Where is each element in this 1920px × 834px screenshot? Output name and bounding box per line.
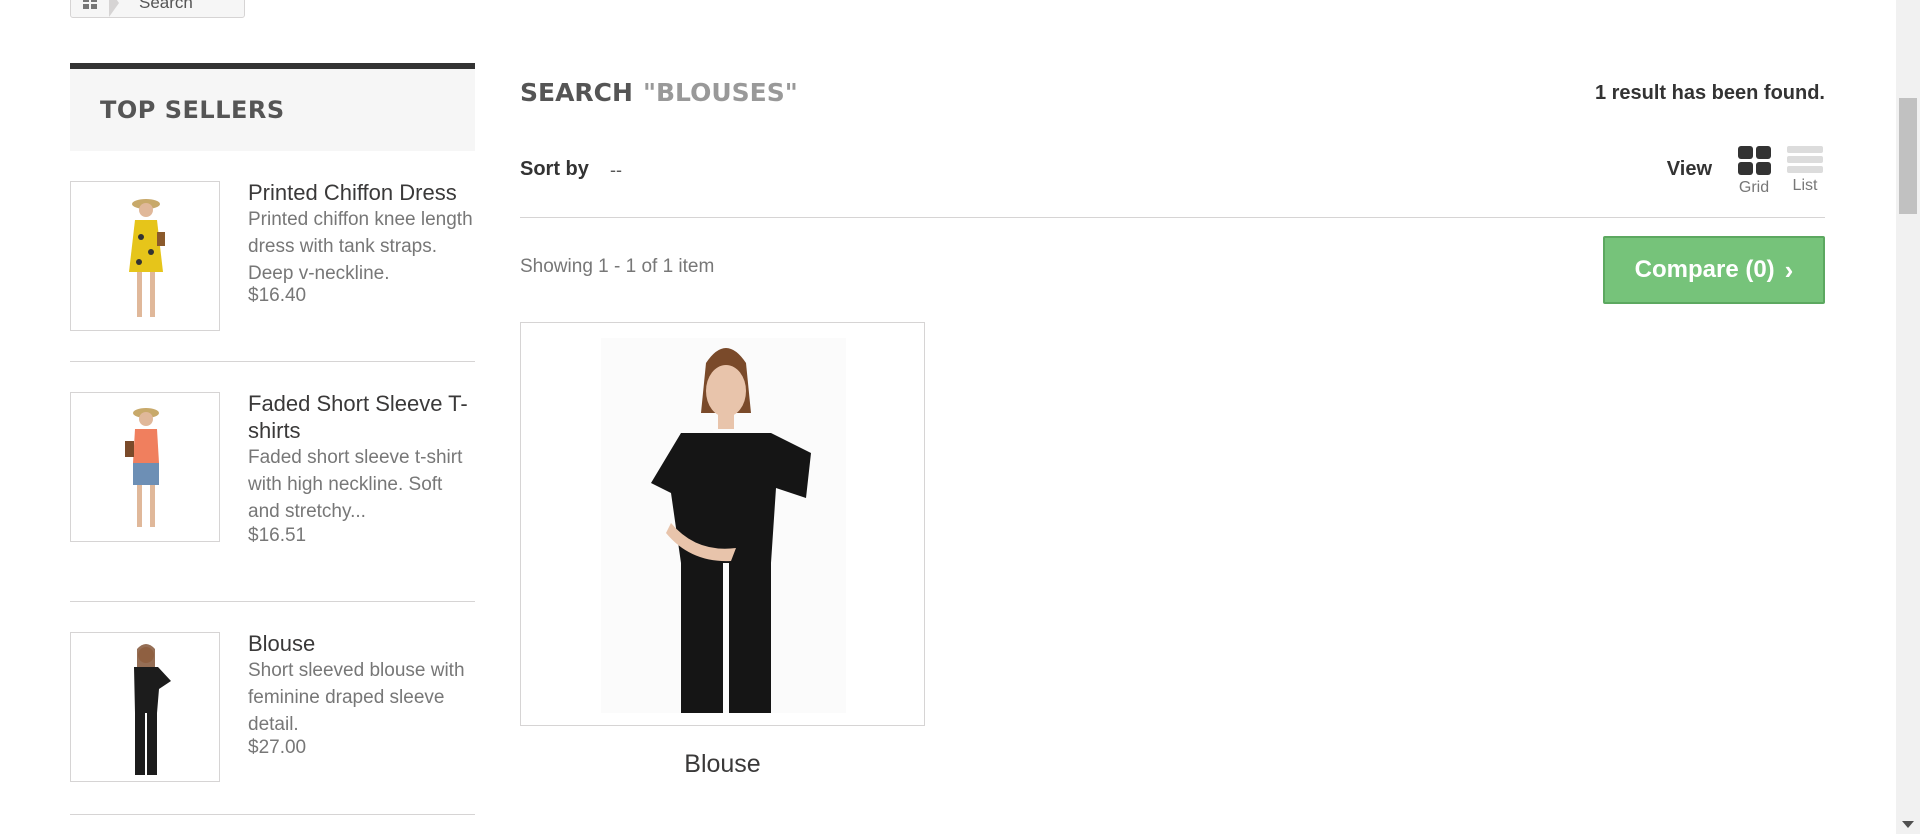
view-grid-label: Grid [1738, 179, 1770, 196]
top-seller-description: Faded short sleeve t-shirt with high nec… [248, 447, 463, 522]
top-seller-price: $16.51 [248, 525, 307, 546]
view-list-label: List [1792, 177, 1818, 194]
breadcrumb-current: Search [139, 0, 193, 12]
view-list-button[interactable]: List [1785, 146, 1825, 195]
result-count: 1 result has been found. [1594, 82, 1825, 104]
sort-label: Sort by [520, 158, 589, 180]
list-icon [1785, 146, 1825, 173]
product-thumbnail[interactable] [70, 392, 220, 542]
grid-icon [1734, 146, 1774, 175]
top-seller-name[interactable]: Printed Chiffon Dress [248, 179, 478, 206]
compare-button[interactable]: Compare (0) › [1603, 236, 1825, 304]
sort-select[interactable]: -- [610, 160, 622, 181]
scroll-down-arrow-icon[interactable] [1902, 821, 1914, 828]
compare-label: Compare (0) [1634, 256, 1775, 283]
top-seller-item: Blouse Short sleeved blouse with feminin… [70, 602, 475, 815]
top-sellers-block: TOP SELLERS Printed Chiffon Dress Printe… [70, 63, 475, 815]
product-name[interactable]: Blouse [520, 750, 925, 779]
product-image[interactable] [520, 322, 925, 726]
breadcrumb: Search [70, 0, 245, 18]
view-label: View [1666, 158, 1712, 180]
top-seller-description: Printed chiffon knee length dress with t… [248, 209, 473, 284]
page-title-label: SEARCH [520, 78, 633, 107]
top-seller-info: Printed Chiffon Dress Printed chiffon kn… [248, 179, 478, 287]
top-seller-name[interactable]: Blouse [248, 630, 478, 657]
top-seller-price: $27.00 [248, 737, 307, 758]
top-sellers-title[interactable]: TOP SELLERS [100, 96, 285, 124]
showing-count: Showing 1 - 1 of 1 item [520, 256, 715, 277]
page-title: SEARCH "BLOUSES" [520, 78, 798, 107]
search-query: "BLOUSES" [642, 78, 798, 107]
top-seller-item: Printed Chiffon Dress Printed chiffon kn… [70, 151, 475, 362]
vertical-scrollbar[interactable] [1896, 0, 1920, 834]
sort-bar: Sort by -- View Grid List [520, 140, 1825, 218]
top-seller-price: $16.40 [248, 285, 307, 306]
top-seller-description: Short sleeved blouse with feminine drape… [248, 660, 465, 735]
product-thumbnail[interactable] [70, 181, 220, 331]
breadcrumb-separator [109, 0, 119, 17]
view-grid-button[interactable]: Grid [1734, 146, 1774, 197]
top-seller-name[interactable]: Faded Short Sleeve T-shirts [248, 390, 478, 444]
top-seller-info: Blouse Short sleeved blouse with feminin… [248, 630, 478, 738]
search-results: SEARCH "BLOUSES" 1 result has been found.… [520, 0, 1825, 834]
top-sellers-title-bar: TOP SELLERS [70, 63, 475, 151]
top-seller-info: Faded Short Sleeve T-shirts Faded short … [248, 390, 478, 525]
home-icon[interactable] [71, 0, 109, 17]
top-seller-item: Faded Short Sleeve T-shirts Faded short … [70, 362, 475, 602]
product-thumbnail[interactable] [70, 632, 220, 782]
scrollbar-thumb[interactable] [1899, 98, 1917, 214]
product-card[interactable]: Blouse [520, 322, 925, 779]
chevron-right-icon: › [1784, 254, 1794, 285]
